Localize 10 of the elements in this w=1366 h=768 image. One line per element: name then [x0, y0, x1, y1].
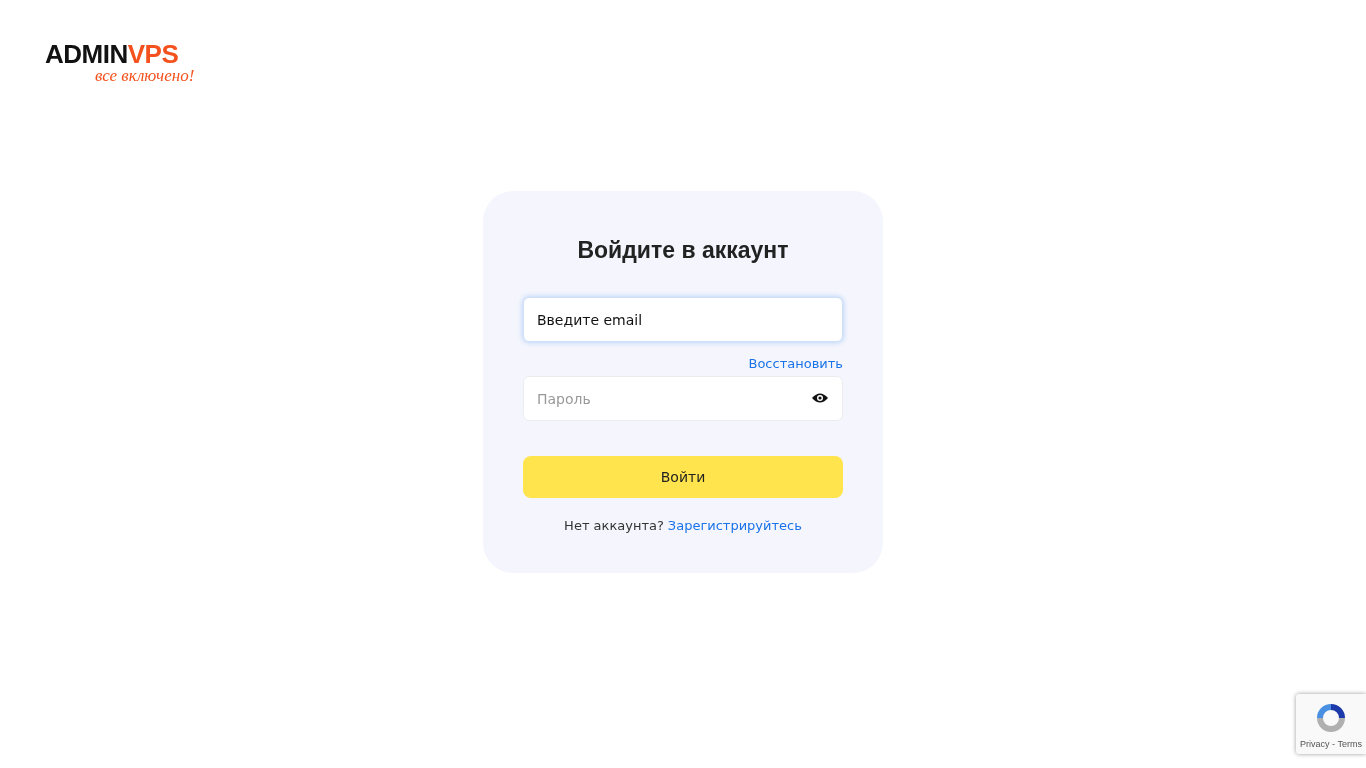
eye-icon[interactable]: [812, 392, 828, 404]
privacy-terms-links[interactable]: Privacy - Terms: [1300, 738, 1362, 749]
login-title: Войдите в аккаунт: [576, 236, 790, 265]
login-button[interactable]: Войти: [523, 456, 843, 498]
recover-link[interactable]: Восстановить: [748, 356, 843, 371]
signup-link[interactable]: Зарегистрируйтесь: [667, 518, 802, 533]
logo[interactable]: ADMINVPS все включено!: [45, 40, 195, 84]
password-field[interactable]: Пароль: [523, 376, 843, 421]
email-field[interactable]: Введите email: [523, 297, 843, 342]
signup-prompt: Нет аккаунта?: [564, 518, 664, 533]
